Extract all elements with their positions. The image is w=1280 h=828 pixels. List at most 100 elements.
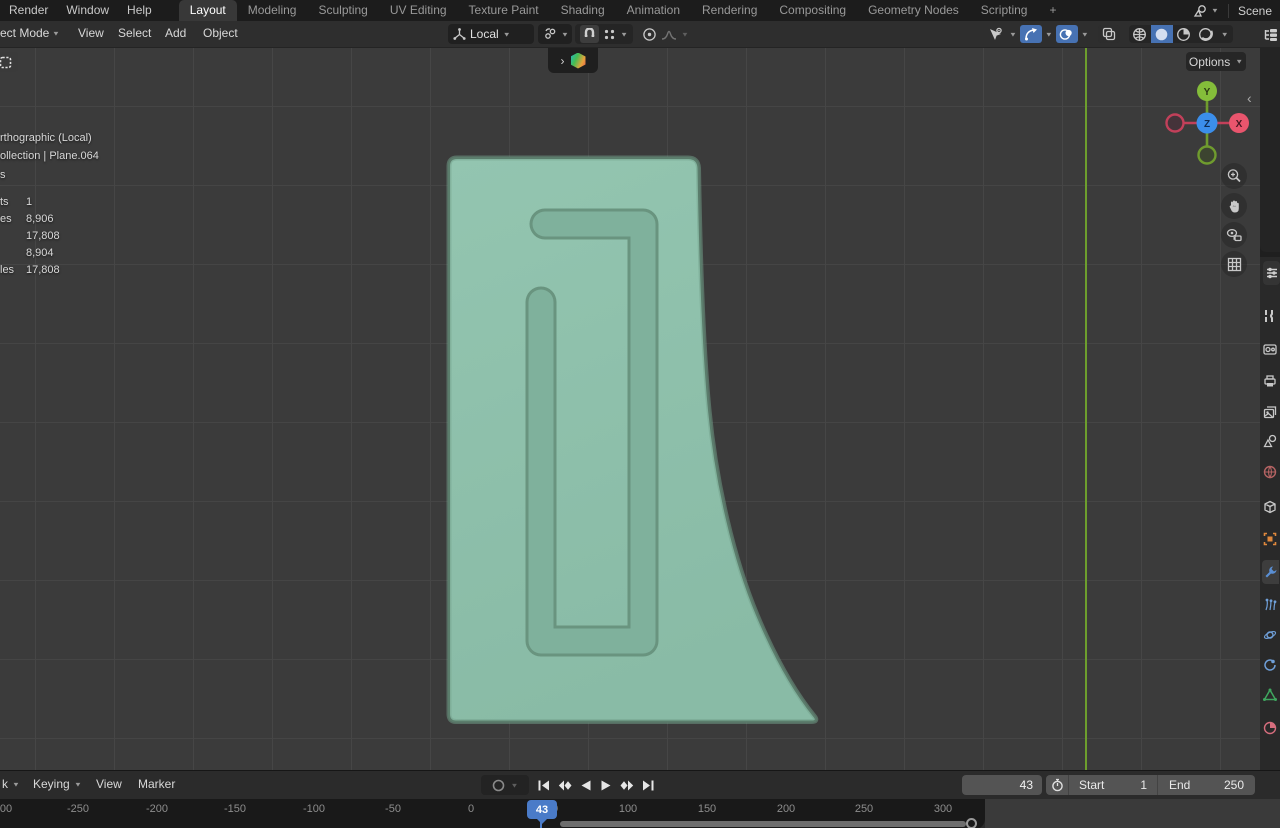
timeline-editor: k ▼ Keying ▼ View Marker ▼ 43 Start 1 En…: [0, 770, 1280, 828]
tab-compositing[interactable]: Compositing: [768, 0, 857, 21]
timeline-scrollbar-knob[interactable]: [966, 818, 977, 828]
tab-view-layer-properties[interactable]: [1263, 400, 1280, 424]
editor-type-button[interactable]: [0, 52, 18, 72]
marker-menu[interactable]: Marker: [138, 777, 175, 791]
start-frame-field[interactable]: Start 1: [1069, 775, 1157, 795]
jump-to-end-button[interactable]: [638, 775, 658, 795]
tab-render-properties[interactable]: [1263, 337, 1280, 361]
end-frame-field[interactable]: End 250: [1158, 775, 1255, 795]
shading-solid-button[interactable]: [1150, 25, 1173, 43]
tab-geometry-nodes[interactable]: Geometry Nodes: [857, 0, 970, 21]
shading-mode-group: ▼: [1128, 25, 1233, 43]
tab-material-properties[interactable]: [1263, 716, 1280, 740]
snap-toggle-button[interactable]: [580, 25, 600, 43]
keying-menu[interactable]: Keying: [33, 777, 70, 791]
tab-scene-properties[interactable]: [1263, 429, 1280, 453]
camera-view-button[interactable]: [1221, 222, 1247, 248]
pan-hand-button[interactable]: [1221, 193, 1247, 219]
topbar: Render Window Help Layout Modeling Sculp…: [0, 0, 1280, 21]
right-editors-strip: [1260, 21, 1280, 770]
falloff-curve-icon[interactable]: [661, 28, 677, 41]
transform-orientation-dropdown[interactable]: Local ▼: [448, 24, 534, 44]
current-frame-field[interactable]: 43: [962, 775, 1042, 795]
start-label: Start: [1079, 778, 1105, 792]
properties-editor-icon[interactable]: [1263, 261, 1280, 285]
menu-render[interactable]: Render: [0, 0, 57, 21]
menu-select[interactable]: Select: [118, 26, 151, 40]
stat-label: les: [0, 264, 15, 276]
tab-scripting[interactable]: Scripting: [970, 0, 1039, 21]
use-preview-range-button[interactable]: [1046, 775, 1068, 795]
pivot-point-dropdown[interactable]: ▼: [538, 24, 572, 44]
properties-panel: [1260, 257, 1280, 770]
tab-tool-properties[interactable]: [1263, 304, 1280, 328]
auto-keying-toggle[interactable]: [492, 779, 505, 792]
tab-animation[interactable]: Animation: [616, 0, 691, 21]
menu-help[interactable]: Help: [118, 0, 161, 21]
chevron-down-icon: ▼: [52, 29, 60, 38]
jump-to-start-button[interactable]: [534, 775, 554, 795]
navigation-gizmo[interactable]: Y X Z: [1162, 78, 1252, 170]
tab-modeling[interactable]: Modeling: [237, 0, 308, 21]
timeline-scrollbar[interactable]: [560, 821, 966, 827]
gizmo-x-label: X: [1236, 119, 1243, 130]
add-workspace-button[interactable]: +: [1038, 0, 1067, 21]
tab-texture-paint[interactable]: Texture Paint: [458, 0, 550, 21]
previous-keyframe-button[interactable]: [555, 775, 575, 795]
ruler-label: 00: [0, 803, 13, 815]
tab-world-properties[interactable]: [1263, 460, 1280, 484]
mode-dropdown[interactable]: ect Mode: [0, 26, 49, 40]
outliner-panel[interactable]: [1260, 47, 1280, 252]
timeline-ruler[interactable]: 00 -250 -200 -150 -100 -50 0 50 100 150 …: [0, 799, 985, 828]
tab-layout[interactable]: Layout: [178, 0, 237, 21]
play-button[interactable]: [596, 775, 616, 795]
gizmo-axis-negy[interactable]: [1197, 145, 1217, 165]
toggle-view-grid-button[interactable]: [1221, 251, 1247, 277]
3d-viewport[interactable]: › rthographic (Local) ollection | Plane.…: [0, 48, 1260, 770]
show-overlays-toggle[interactable]: [1055, 25, 1078, 43]
chevron-down-icon: ▼: [502, 30, 511, 38]
tab-object-properties[interactable]: [1263, 527, 1280, 551]
tab-uv-editing[interactable]: UV Editing: [379, 0, 458, 21]
snap-to-icon[interactable]: [603, 28, 616, 41]
shading-rendered-button[interactable]: [1195, 25, 1217, 43]
tab-constraint-properties[interactable]: [1263, 653, 1280, 677]
show-gizmo-toggle[interactable]: [1019, 25, 1042, 43]
tab-rendering[interactable]: Rendering: [691, 0, 768, 21]
next-keyframe-button[interactable]: [617, 775, 637, 795]
options-dropdown[interactable]: Options ▼: [1186, 52, 1246, 71]
tab-modifier-properties[interactable]: [1262, 560, 1279, 584]
show-object-types-button[interactable]: [984, 25, 1006, 43]
outliner-header: [1260, 21, 1280, 47]
zoom-tool-button[interactable]: [1221, 163, 1247, 189]
proportional-editing-toggle[interactable]: [642, 27, 657, 42]
scene-selector[interactable]: ▼ Scene: [1193, 0, 1272, 21]
play-reverse-button[interactable]: [576, 775, 596, 795]
menu-window[interactable]: Window: [57, 0, 118, 21]
tab-particle-properties[interactable]: [1263, 593, 1280, 617]
playback-menu-clipped[interactable]: k: [2, 777, 8, 791]
mesh-object-plane-064[interactable]: [0, 48, 1260, 770]
chevron-down-icon: ▼: [12, 780, 20, 789]
menu-view[interactable]: View: [78, 26, 104, 40]
shading-material-preview-button[interactable]: [1173, 25, 1195, 43]
tab-sculpting[interactable]: Sculpting: [307, 0, 378, 21]
collapsed-panel-pill[interactable]: ›: [548, 48, 598, 73]
expand-arrow-icon[interactable]: ›: [561, 54, 565, 68]
tab-output-properties[interactable]: [1263, 369, 1280, 393]
xray-toggle[interactable]: [1097, 25, 1120, 43]
shading-wireframe-button[interactable]: [1129, 25, 1151, 43]
ruler-label: 250: [854, 803, 874, 815]
tab-shading[interactable]: Shading: [550, 0, 616, 21]
tab-collection-properties[interactable]: [1263, 495, 1280, 519]
view-menu[interactable]: View: [96, 777, 122, 791]
stat-value: 17,808: [26, 264, 60, 276]
outliner-editor-icon[interactable]: [1264, 28, 1278, 41]
gizmo-axis-negx[interactable]: [1165, 113, 1185, 133]
tab-physics-properties[interactable]: [1263, 623, 1280, 647]
menu-add[interactable]: Add: [165, 26, 186, 40]
tab-object-data-properties[interactable]: [1263, 683, 1280, 707]
ruler-label: -250: [66, 803, 90, 815]
menu-object[interactable]: Object: [203, 26, 238, 40]
playhead[interactable]: 43: [527, 800, 557, 819]
